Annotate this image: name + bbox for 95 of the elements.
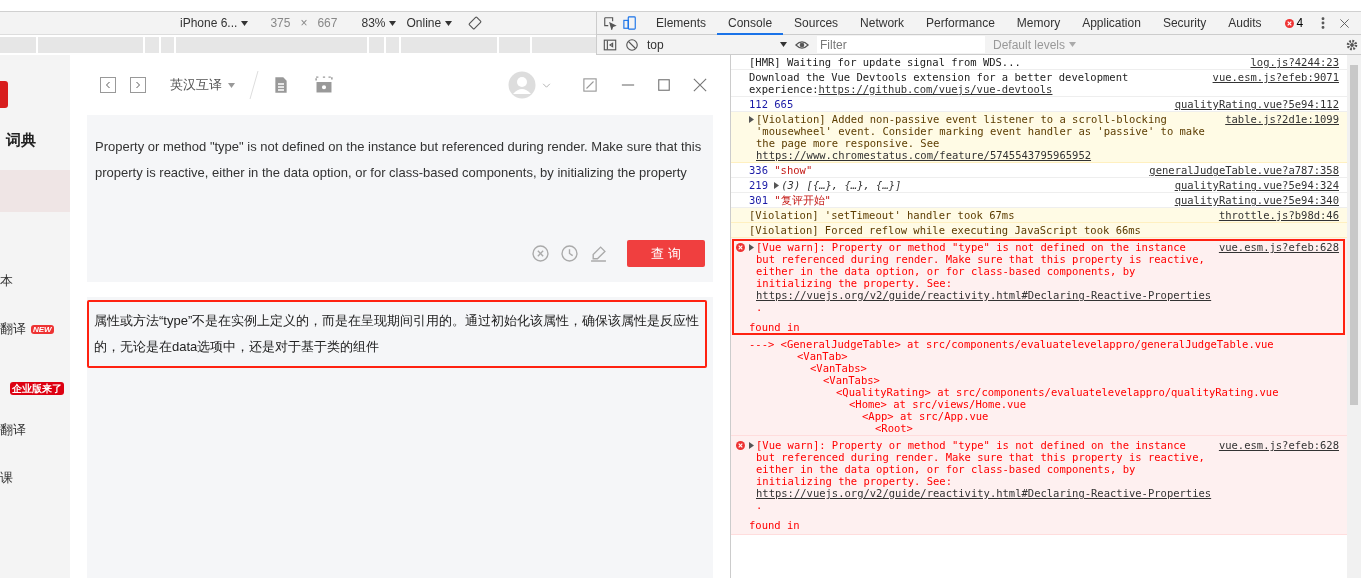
message-link[interactable]: https://vuejs.org/v2/guide/reactivity.html#Declaring-Reactive-Properties: [756, 487, 1212, 499]
sidebar-toggle-icon[interactable]: [603, 37, 617, 52]
message-text: [HMR] Waiting for update signal from WDS...: [749, 56, 1022, 68]
trace-line: <Root>: [874, 422, 914, 434]
message-text: [Vue warn]: Property or method "type" is not defined on the instance but referenced during render. Make sure that this property is reactive, either in the data option, or for class-based components, by initializing the property. See: https://vuejs.org/v2/guide/reactivity.html#Declaring-Reactive-Properties .: [756, 241, 1209, 313]
query-button[interactable]: 查 询: [627, 240, 705, 267]
error-icon: [736, 243, 745, 252]
expand-triangle-icon[interactable]: [749, 244, 754, 251]
found-in-text: found in: [749, 519, 801, 531]
message-text: Download the Vue Devtools extension for a better development experience:https://github.com/vuejs/vue-devtools: [749, 71, 1130, 95]
message-text: [Violation] 'setTimeout' handler took 67ms: [749, 209, 1016, 221]
message-link[interactable]: https://www.chromestatus.com/feature/5745543795965952: [756, 149, 1092, 161]
message-link[interactable]: https://github.com/vuejs/vue-devtools: [818, 83, 1053, 95]
devtools-tab[interactable]: Network: [849, 11, 916, 35]
message-text: 336 "show": [749, 164, 814, 176]
promo-badge[interactable]: 企业版来了: [10, 382, 64, 395]
caret-icon: [389, 20, 397, 26]
close-icon[interactable]: [693, 78, 707, 92]
trace-line: <QualityRating> at src/components/evaluatelevelappro/qualityRating.vue: [835, 386, 1280, 398]
translation-text: 属性或方法“type”不是在实例上定义的，而是在呈现期间引用的。通过初始化该属性，确保该属性是反应性的，无论是在data选项中，还是对于基于类的组件: [87, 300, 707, 368]
device-select[interactable]: iPhone 6...: [180, 16, 249, 30]
clear-icon[interactable]: [532, 245, 549, 262]
devtools-tab[interactable]: Performance: [915, 11, 1006, 35]
trace-line: <App> at src/App.vue: [861, 410, 990, 422]
caret-icon: [780, 42, 787, 47]
devtools-tab[interactable]: Elements: [645, 11, 718, 35]
back-button[interactable]: [100, 77, 116, 93]
separator-line: [249, 71, 259, 99]
rotate-icon[interactable]: [468, 16, 483, 30]
sidebar-item[interactable]: 本: [0, 272, 70, 290]
source-link[interactable]: vue.esm.js?efeb:628: [1218, 439, 1339, 451]
document-icon[interactable]: [273, 76, 289, 94]
history-icon[interactable]: [561, 245, 578, 262]
more-icon[interactable]: [1321, 16, 1326, 30]
source-link[interactable]: vue.esm.js?efeb:9071: [1212, 71, 1339, 83]
error-icon: [1284, 18, 1294, 28]
network-select[interactable]: Online: [406, 16, 453, 30]
error-icon: [736, 441, 745, 450]
source-link[interactable]: qualityRating.vue?5e94:324: [1174, 179, 1339, 191]
trace-line: ---> <GeneralJudgeTable> at src/components/evaluatelevelappro/generalJudgeTable.vue: [749, 338, 1275, 350]
edit-icon[interactable]: [590, 245, 607, 262]
trace-line: <VanTab>: [796, 350, 849, 362]
close-icon[interactable]: [1339, 17, 1351, 29]
message-text: 301 "复评开始": [749, 194, 832, 206]
device-mode-icon[interactable]: [623, 16, 637, 30]
mode-select[interactable]: 英汉互译: [170, 76, 235, 94]
source-link[interactable]: qualityRating.vue?5e94:112: [1174, 98, 1339, 110]
resize-icon[interactable]: [583, 78, 597, 92]
sidebar-item[interactable]: 翻译: [0, 421, 70, 439]
found-in-text: found in: [749, 321, 801, 333]
context-select[interactable]: top: [647, 37, 787, 52]
clear-console-icon[interactable]: [625, 37, 639, 52]
trace-line: <Home> at src/views/Home.vue: [848, 398, 1027, 410]
source-link[interactable]: generalJudgeTable.vue?a787:358: [1149, 164, 1339, 176]
sidebar-item[interactable]: 翻译 NEW: [0, 320, 70, 338]
caret-icon: [1069, 42, 1077, 47]
scrollbar-thumb[interactable]: [1350, 65, 1358, 405]
expand-triangle-icon[interactable]: [774, 182, 780, 189]
app-title: 词典: [6, 131, 36, 150]
source-link[interactable]: log.js?4244:23: [1250, 56, 1339, 68]
devtools-tab[interactable]: Application: [1071, 11, 1152, 35]
devtools-tab[interactable]: Memory: [1005, 11, 1072, 35]
source-link[interactable]: throttle.js?b98d:46: [1218, 209, 1339, 221]
trace-line: <VanTabs>: [809, 362, 868, 374]
logo-icon: [0, 81, 8, 108]
devtools-tab[interactable]: Audits: [1217, 11, 1273, 35]
expand-triangle-icon[interactable]: [749, 116, 754, 123]
expand-triangle-icon[interactable]: [749, 442, 754, 449]
inspect-icon[interactable]: [603, 16, 617, 30]
screenshot-icon[interactable]: [315, 76, 333, 94]
caret-icon: [445, 20, 453, 26]
sidebar-item[interactable]: 课: [0, 469, 70, 487]
forward-icon: [134, 81, 142, 89]
source-link[interactable]: vue.esm.js?efeb:628: [1218, 241, 1339, 253]
devtools-tab[interactable]: Security: [1151, 11, 1218, 35]
source-link[interactable]: qualityRating.vue?5e94:340: [1174, 194, 1339, 206]
message-text: 112 665: [749, 98, 795, 110]
maximize-icon[interactable]: [657, 78, 671, 92]
message-text: 219 (3) [{…}, {…}, {…}]: [749, 179, 903, 191]
error-count[interactable]: 4: [1296, 16, 1304, 30]
filter-field[interactable]: Filter: [817, 36, 985, 53]
source-text[interactable]: Property or method "type" is not defined on the instance but referenced during render. Make sure that this property is reactive, either in the data option, or for class-based components, by initializing the property: [95, 134, 705, 240]
message-text: [Violation] Forced reflow while executing JavaScript took 66ms: [749, 224, 1142, 236]
settings-icon[interactable]: [1345, 37, 1359, 52]
times-text: ×: [300, 16, 308, 30]
trace-line: <VanTabs>: [822, 374, 881, 386]
source-link[interactable]: table.js?2d1e:1099: [1225, 113, 1339, 125]
zoom-select[interactable]: 83%: [361, 16, 397, 30]
back-icon: [104, 81, 112, 89]
caret-icon: [241, 20, 249, 26]
message-link[interactable]: https://vuejs.org/v2/guide/reactivity.html#Declaring-Reactive-Properties: [756, 289, 1212, 301]
message-text: [Vue warn]: Property or method "type" is not defined on the instance but referenced during render. Make sure that this property is reactive, either in the data option, or for class-based components, by initializing the property. See: https://vuejs.org/v2/guide/reactivity.html#Declaring-Reactive-Properties .: [756, 439, 1209, 511]
devtools-tab[interactable]: Sources: [783, 11, 850, 35]
forward-button[interactable]: [130, 77, 146, 93]
caret-icon: [228, 82, 235, 88]
